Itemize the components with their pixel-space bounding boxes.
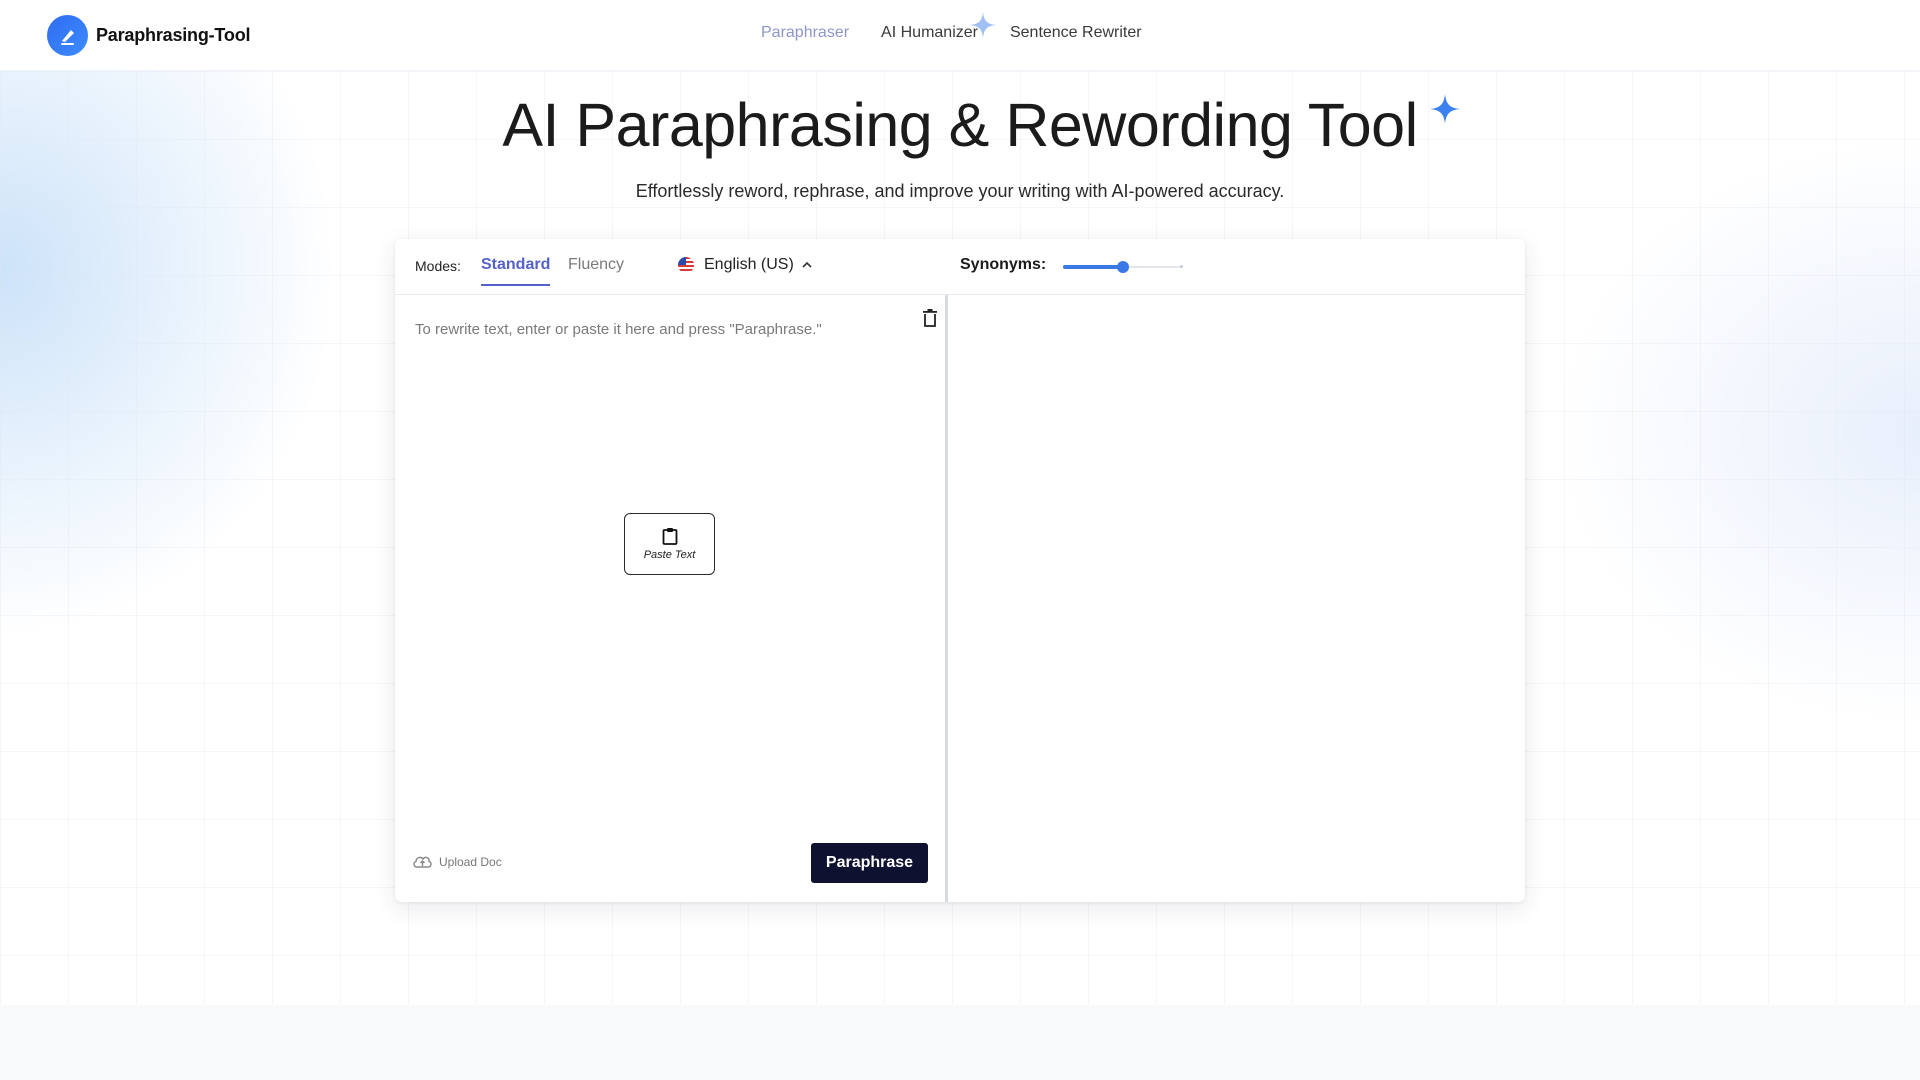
- sparkle-icon: [1430, 94, 1460, 124]
- tab-fluency[interactable]: Fluency: [568, 256, 624, 274]
- sparkle-icon: [969, 12, 996, 38]
- nav-ai-humanizer[interactable]: AI Humanizer: [881, 12, 996, 42]
- synonyms-label: Synonyms:: [960, 256, 1047, 273]
- paste-text-button[interactable]: Paste Text: [624, 513, 715, 575]
- site-header: Paraphrasing-Tool Paraphraser AI Humaniz…: [0, 0, 1920, 71]
- nav-ai-humanizer-label: AI Humanizer: [881, 24, 978, 41]
- page-subtitle: Effortlessly reword, rephrase, and impro…: [635, 181, 1285, 201]
- input-pane: Paste Text Upload Doc Paraphrase: [395, 295, 945, 902]
- chevron-up-icon: [802, 261, 812, 268]
- paste-text-label: Paste Text: [643, 549, 696, 561]
- language-select[interactable]: English (US): [678, 256, 814, 274]
- output-pane: [948, 295, 1525, 902]
- slider-end-dot: [1180, 265, 1183, 268]
- us-flag-icon: [678, 257, 694, 273]
- nav-paraphraser[interactable]: Paraphraser: [761, 24, 849, 42]
- trash-icon[interactable]: [922, 309, 938, 327]
- footer-band: [0, 1005, 1920, 1080]
- slider-fill: [1063, 265, 1123, 269]
- language-label: English (US): [704, 256, 794, 273]
- logo-pen-icon: [47, 15, 88, 56]
- main-nav: Paraphraser AI Humanizer Sentence Rewrit…: [761, 12, 1174, 42]
- clipboard-icon: [662, 528, 677, 545]
- slider-thumb[interactable]: [1117, 261, 1129, 273]
- page-title: AI Paraphrasing & Rewording Tool: [0, 90, 1920, 160]
- synonyms-slider[interactable]: [1063, 261, 1183, 273]
- brand-logo[interactable]: Paraphrasing-Tool: [47, 15, 250, 56]
- upload-doc-label: Upload Doc: [439, 854, 502, 869]
- modes-label: Modes:: [415, 258, 461, 274]
- brand-name: Paraphrasing-Tool: [96, 25, 251, 45]
- cloud-upload-icon: [413, 856, 432, 868]
- nav-sentence-rewriter[interactable]: Sentence Rewriter: [1010, 24, 1142, 42]
- tab-standard[interactable]: Standard: [481, 256, 551, 286]
- paraphrase-button[interactable]: Paraphrase: [811, 843, 928, 883]
- paraphraser-card: Modes: Standard Fluency English (US) Syn…: [395, 239, 1525, 902]
- editor-toolbar: Modes: Standard Fluency English (US) Syn…: [395, 239, 1525, 295]
- input-textarea[interactable]: [415, 321, 905, 701]
- page-title-text: AI Paraphrasing & Rewording Tool: [502, 91, 1418, 159]
- upload-doc-button[interactable]: Upload Doc: [412, 854, 502, 869]
